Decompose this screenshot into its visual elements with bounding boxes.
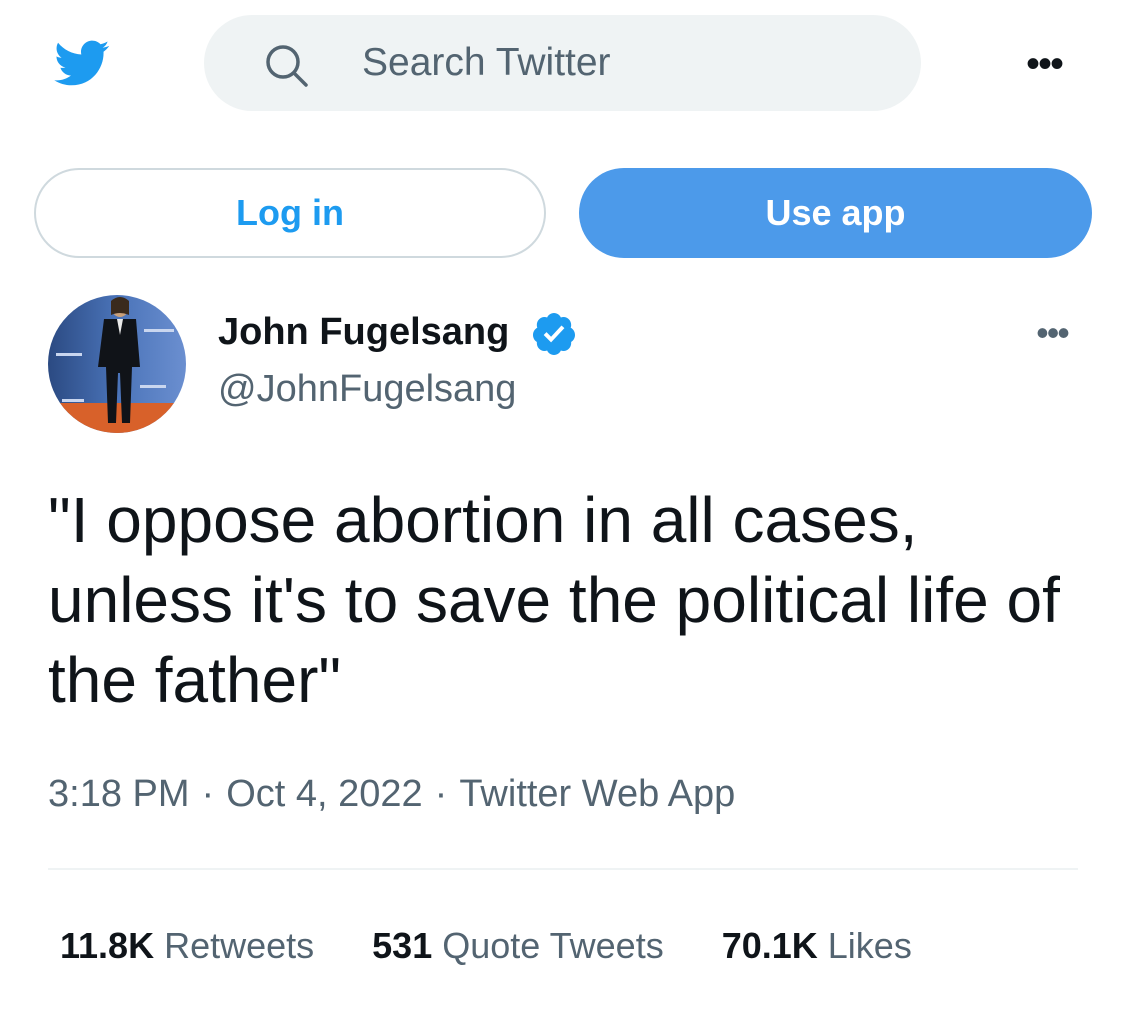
search-bar[interactable] (204, 15, 921, 111)
quote-tweets-stat[interactable]: 531 Quote Tweets (372, 925, 664, 967)
retweets-stat[interactable]: 11.8K Retweets (60, 925, 314, 967)
top-bar: ••• (0, 0, 1125, 130)
meta-separator: · (201, 773, 215, 815)
likes-label: Likes (827, 925, 912, 966)
search-input[interactable] (362, 15, 882, 111)
twitter-bird-icon[interactable] (46, 34, 116, 92)
retweets-label: Retweets (164, 925, 315, 966)
more-horizontal-icon[interactable]: ••• (1016, 44, 1072, 84)
more-horizontal-icon[interactable]: ••• (1024, 315, 1080, 351)
likes-count: 70.1K (721, 925, 818, 966)
search-icon (266, 45, 308, 87)
meta-separator: · (434, 773, 448, 815)
author-handle[interactable]: @JohnFugelsang (218, 365, 516, 413)
tweet-source[interactable]: Twitter Web App (459, 773, 735, 815)
avatar[interactable] (48, 295, 186, 433)
retweets-count: 11.8K (60, 925, 155, 966)
avatar-image (48, 295, 186, 433)
tweet-time[interactable]: 3:18 PM (48, 773, 190, 815)
author-name[interactable]: John Fugelsang (218, 309, 509, 355)
quote-tweets-count: 531 (372, 925, 433, 966)
tweet-stats: 11.8K Retweets 531 Quote Tweets 70.1K Likes (60, 918, 970, 974)
likes-stat[interactable]: 70.1K Likes (722, 925, 912, 967)
tweet-date[interactable]: Oct 4, 2022 (226, 773, 422, 815)
divider (48, 868, 1078, 870)
quote-tweets-label: Quote Tweets (442, 925, 664, 966)
tweet-text: "I oppose abortion in all cases, unless … (48, 484, 1060, 716)
use-app-button[interactable]: Use app (579, 168, 1092, 258)
verified-badge-icon (532, 313, 575, 355)
login-button[interactable]: Log in (34, 168, 546, 258)
tweet-metadata: 3:18 PM · Oct 4, 2022 · Twitter Web App (48, 768, 735, 820)
